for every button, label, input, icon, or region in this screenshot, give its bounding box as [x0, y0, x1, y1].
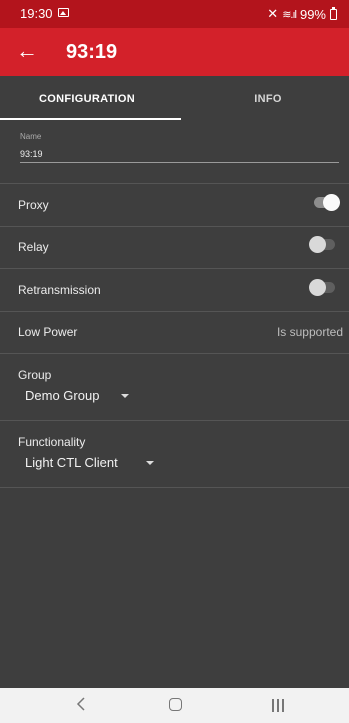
image-notification-icon	[58, 8, 69, 17]
nav-recent-apps-icon[interactable]	[271, 699, 285, 712]
tab-info[interactable]: INFO	[181, 76, 349, 120]
battery-percent: 99%	[299, 6, 326, 22]
functionality-selected-value: Light CTL Client	[25, 455, 118, 470]
retransmission-label: Retransmission	[18, 283, 101, 297]
status-bar: 19:30 ✕ ≋.ıl 99%	[0, 0, 349, 28]
dropdown-caret-icon	[121, 393, 130, 398]
page-title: 93:19	[66, 41, 118, 63]
functionality-label: Functionality	[18, 435, 86, 449]
low-power-label: Low Power	[18, 325, 78, 339]
dropdown-caret-icon	[145, 460, 154, 465]
nav-back-icon[interactable]	[76, 697, 86, 711]
name-label: Name	[20, 132, 42, 141]
proxy-row: Proxy	[0, 184, 349, 227]
functionality-section: Functionality Light CTL Client	[0, 421, 349, 488]
tab-configuration[interactable]: CONFIGURATION	[0, 76, 174, 120]
group-label: Group	[18, 368, 52, 382]
toggle-knob	[309, 279, 326, 296]
name-section: Name 93:19	[0, 120, 349, 184]
low-power-row: Low Power Is supported	[0, 311, 349, 354]
relay-row: Relay	[0, 226, 349, 269]
group-section: Group Demo Group	[0, 354, 349, 421]
battery-icon	[330, 6, 337, 20]
low-power-value: Is supported	[276, 325, 343, 339]
retransmission-row: Retransmission	[0, 269, 349, 312]
back-arrow-icon[interactable]: ←	[16, 40, 38, 62]
toggle-knob	[323, 194, 340, 211]
group-dropdown[interactable]: Demo Group	[25, 388, 130, 403]
name-input[interactable]: 93:19	[20, 149, 339, 163]
proxy-toggle[interactable]	[314, 194, 340, 211]
nav-home-icon[interactable]	[169, 698, 182, 711]
mute-icon: ✕	[267, 6, 279, 21]
functionality-dropdown[interactable]: Light CTL Client	[25, 455, 154, 470]
relay-label: Relay	[18, 240, 49, 254]
app-bar: ← 93:19	[0, 28, 349, 76]
status-time: 19:30	[20, 6, 53, 21]
relay-toggle[interactable]	[309, 236, 335, 253]
status-icons: ✕ ≋.ıl 99%	[267, 6, 337, 22]
system-nav-bar	[0, 688, 349, 723]
toggle-knob	[309, 236, 326, 253]
group-selected-value: Demo Group	[25, 388, 100, 403]
signal-icon: ≋.ıl	[282, 8, 297, 21]
proxy-label: Proxy	[18, 198, 49, 212]
tab-bar: CONFIGURATION INFO	[0, 76, 349, 120]
retransmission-toggle[interactable]	[309, 279, 335, 296]
